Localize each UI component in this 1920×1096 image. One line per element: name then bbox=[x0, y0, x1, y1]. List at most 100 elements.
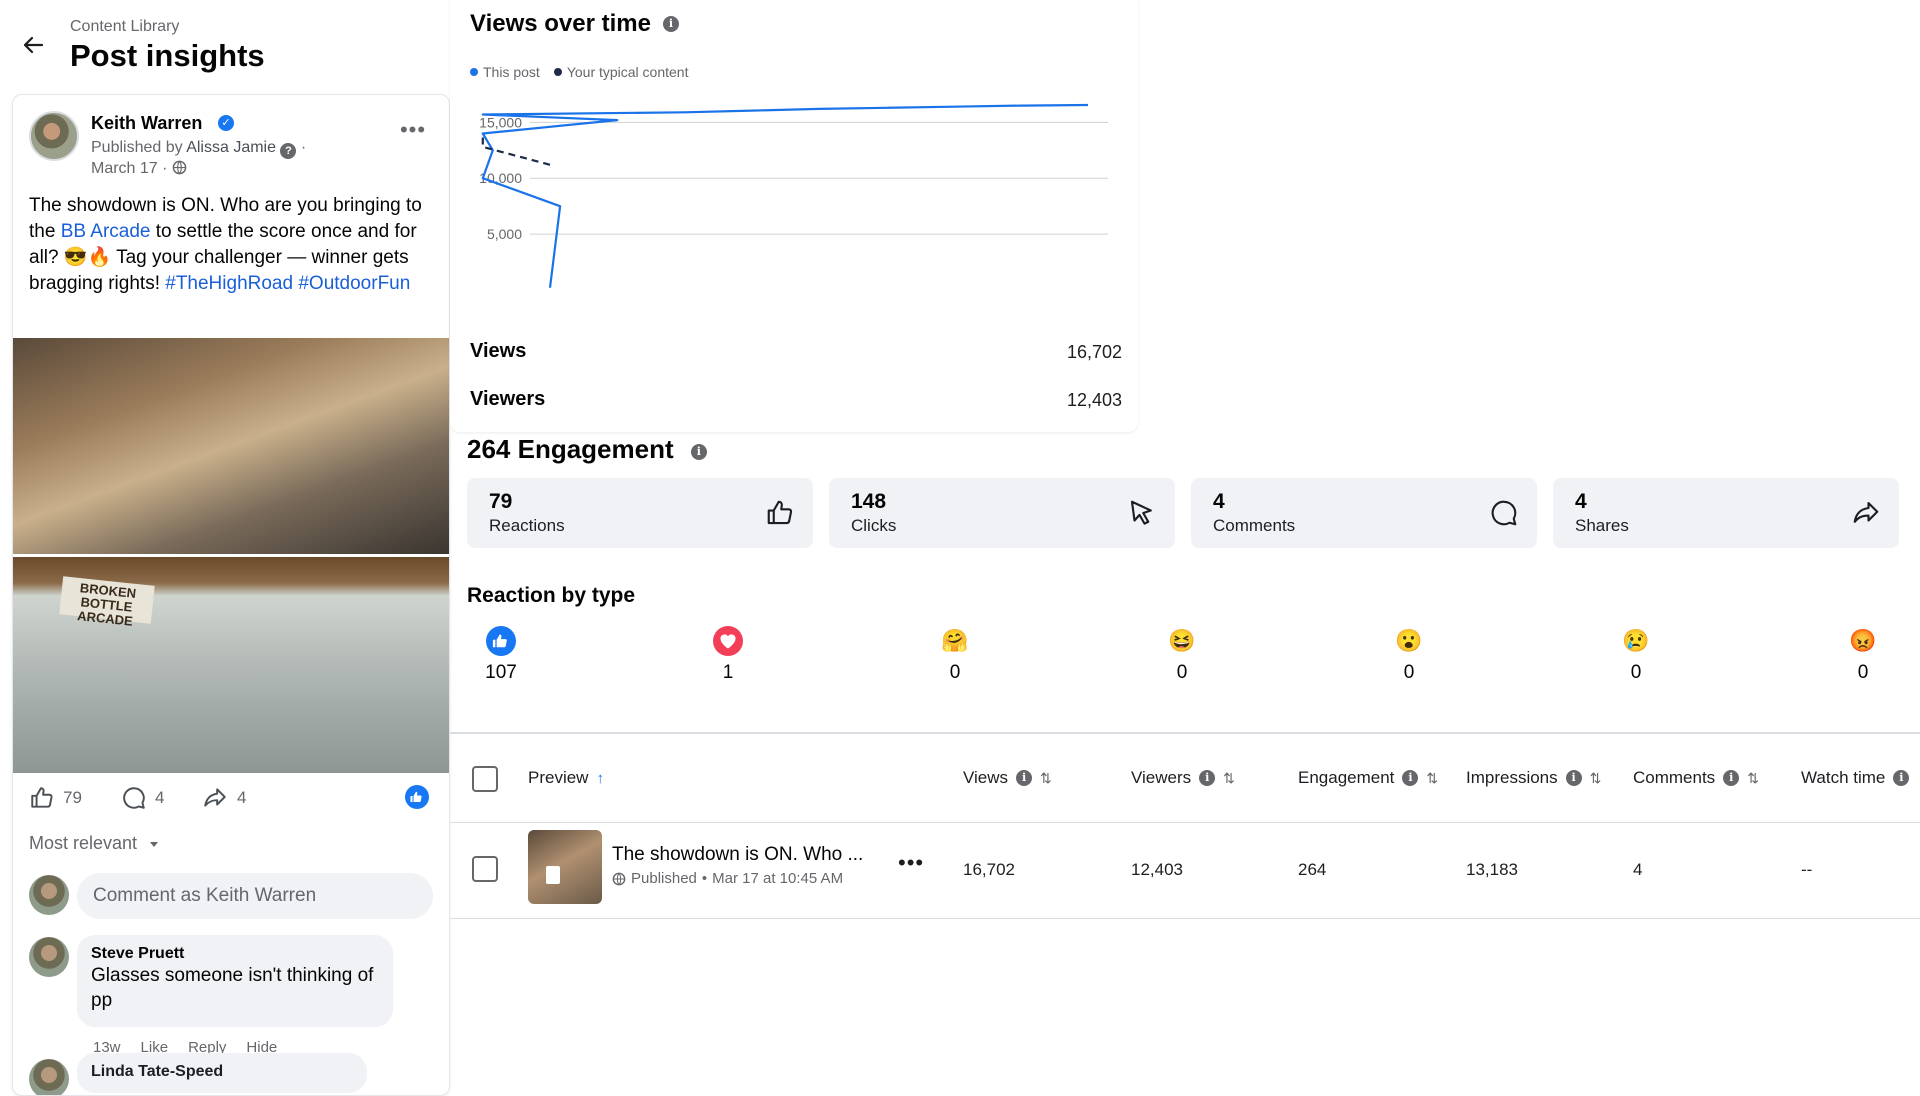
post-more-options-icon[interactable]: ••• bbox=[395, 115, 431, 151]
views-over-time-title: Views over time bbox=[470, 10, 651, 37]
globe-icon bbox=[172, 160, 187, 175]
reactions-value: 79 bbox=[489, 490, 513, 513]
sort-label: Most relevant bbox=[29, 833, 138, 853]
reaction-sad: 😢 0 bbox=[1586, 626, 1686, 684]
info-icon[interactable]: i bbox=[1199, 770, 1216, 786]
comments-value: 4 bbox=[1213, 490, 1225, 513]
bb-arcade-link[interactable]: BB Arcade bbox=[61, 221, 151, 242]
info-icon[interactable]: i bbox=[1016, 770, 1033, 786]
post-image-shooting[interactable] bbox=[13, 338, 449, 554]
engagement-section-title: 264 Engagement i bbox=[467, 434, 707, 465]
sort-icon[interactable]: ⇅ bbox=[1426, 770, 1438, 787]
col-engagement[interactable]: Engagement i ⇅ bbox=[1298, 768, 1438, 788]
hashtag-link[interactable]: #OutdoorFun bbox=[298, 273, 410, 294]
info-icon[interactable]: i bbox=[690, 444, 707, 460]
breadcrumb[interactable]: Content Library bbox=[70, 18, 179, 36]
share-count-button[interactable]: 4 bbox=[201, 785, 246, 811]
verified-badge-icon: ✓ bbox=[218, 115, 234, 131]
comment-count-button[interactable]: 4 bbox=[121, 785, 164, 811]
author-avatar[interactable] bbox=[29, 111, 79, 161]
reaction-by-type-title: Reaction by type bbox=[467, 584, 636, 607]
legend-item-this-post: This post bbox=[470, 64, 540, 80]
legend-dot bbox=[470, 68, 478, 76]
col-label: Watch time bbox=[1801, 768, 1886, 787]
legend-dot bbox=[553, 68, 562, 76]
legend-label: This post bbox=[483, 64, 540, 80]
like-count-button[interactable]: 79 bbox=[29, 785, 82, 811]
comment-sort-dropdown[interactable]: Most relevant bbox=[29, 833, 160, 854]
sort-icon[interactable]: ⇅ bbox=[1223, 770, 1235, 787]
sort-icon[interactable]: ⇅ bbox=[1040, 770, 1052, 787]
chart-legend: This post Your typical content bbox=[470, 64, 689, 80]
sort-icon[interactable]: ⇅ bbox=[1590, 770, 1602, 787]
clicks-card[interactable]: 148 Clicks bbox=[829, 478, 1175, 548]
post-title[interactable]: The showdown is ON. Who ... bbox=[612, 844, 863, 866]
row-more-options-icon[interactable]: ••• bbox=[898, 850, 924, 876]
views-label: Views bbox=[470, 340, 527, 362]
cell-engagement: 264 bbox=[1298, 860, 1327, 879]
views-over-time-panel: Views over time i This post Your typical… bbox=[450, 0, 1138, 432]
info-icon[interactable]: i bbox=[1723, 770, 1740, 786]
post-image-arcade[interactable]: BROKEN BOTTLE ARCADE bbox=[13, 557, 449, 773]
publisher-name[interactable]: Alissa Jamie bbox=[186, 139, 276, 156]
sort-ascending-icon[interactable]: ↑ bbox=[596, 770, 604, 787]
reactions-label: Reactions bbox=[489, 516, 565, 535]
select-all-checkbox[interactable] bbox=[472, 766, 498, 792]
commenter-name[interactable]: Steve Pruett bbox=[91, 945, 379, 963]
col-comments[interactable]: Comments i ⇅ bbox=[1633, 768, 1759, 788]
comment-input[interactable]: Comment as Keith Warren bbox=[77, 873, 433, 919]
legend-item-typical: Your typical content bbox=[553, 64, 689, 80]
back-arrow-icon bbox=[23, 36, 44, 54]
love-reaction-icon bbox=[713, 626, 743, 656]
col-viewers[interactable]: Viewers i ⇅ bbox=[1131, 768, 1235, 788]
comment-text: Glasses someone isn't thinking of pp bbox=[91, 965, 374, 1011]
cell-watch-time: -- bbox=[1801, 860, 1813, 879]
post-date[interactable]: March 17 bbox=[91, 160, 158, 177]
post-author-name[interactable]: Keith Warren bbox=[91, 113, 202, 134]
reactions-card[interactable]: 79 Reactions bbox=[467, 478, 813, 548]
sort-icon[interactable]: ⇅ bbox=[1747, 770, 1759, 787]
globe-icon bbox=[612, 872, 626, 885]
caret-down-icon bbox=[150, 842, 159, 847]
comment-item: Linda Tate-Speed bbox=[77, 1053, 367, 1093]
back-button[interactable] bbox=[16, 28, 50, 62]
comment-bubble-icon bbox=[1491, 500, 1517, 526]
info-icon[interactable]: i bbox=[662, 16, 679, 32]
col-preview[interactable]: Preview ↑ bbox=[528, 768, 604, 788]
reaction-love: 1 bbox=[678, 626, 778, 684]
commenter-name[interactable]: Linda Tate-Speed bbox=[91, 1063, 223, 1080]
commenter-avatar[interactable] bbox=[29, 937, 69, 977]
current-user-avatar[interactable] bbox=[29, 875, 69, 915]
shares-card[interactable]: 4 Shares bbox=[1553, 478, 1899, 548]
info-icon[interactable]: i bbox=[1402, 770, 1419, 786]
col-watch-time[interactable]: Watch time i bbox=[1801, 768, 1910, 788]
post-text: The showdown is ON. Who are you bringing… bbox=[29, 193, 433, 297]
y-tick-label: 5,000 bbox=[487, 226, 522, 242]
reaction-count: 0 bbox=[1176, 662, 1188, 683]
comment-item: Steve Pruett Glasses someone isn't think… bbox=[77, 935, 393, 1027]
comments-card[interactable]: 4 Comments bbox=[1191, 478, 1537, 548]
reaction-like: 107 bbox=[451, 626, 551, 684]
help-icon[interactable]: ? bbox=[280, 143, 297, 159]
viewers-value: 12,403 bbox=[1066, 390, 1122, 410]
like-count: 79 bbox=[63, 788, 82, 807]
care-reaction-icon: 🤗 bbox=[941, 628, 969, 653]
col-label: Viewers bbox=[1131, 768, 1192, 787]
like-reaction-badge-icon[interactable] bbox=[405, 785, 429, 809]
post-thumbnail[interactable] bbox=[528, 830, 602, 904]
col-label: Engagement bbox=[1298, 768, 1395, 787]
col-impressions[interactable]: Impressions i ⇅ bbox=[1466, 768, 1601, 788]
comment-bubble-icon bbox=[123, 787, 145, 809]
comments-label: Comments bbox=[1213, 516, 1296, 535]
sad-reaction-icon: 😢 bbox=[1622, 628, 1650, 653]
table-row[interactable]: The showdown is ON. Who ... Published • … bbox=[450, 822, 1920, 919]
views-line-chart[interactable]: 15,00010,0005,000Mar 17Mar 20Mar 22Mar 2… bbox=[450, 90, 1138, 320]
hashtag-link[interactable]: #TheHighRoad bbox=[165, 273, 293, 294]
row-checkbox[interactable] bbox=[472, 856, 498, 882]
info-icon[interactable]: i bbox=[1565, 770, 1582, 786]
col-views[interactable]: Views i ⇅ bbox=[963, 768, 1052, 788]
col-label: Comments bbox=[1633, 768, 1716, 787]
commenter-avatar[interactable] bbox=[29, 1059, 69, 1095]
info-icon[interactable]: i bbox=[1893, 770, 1910, 786]
reaction-count: 107 bbox=[485, 662, 517, 683]
